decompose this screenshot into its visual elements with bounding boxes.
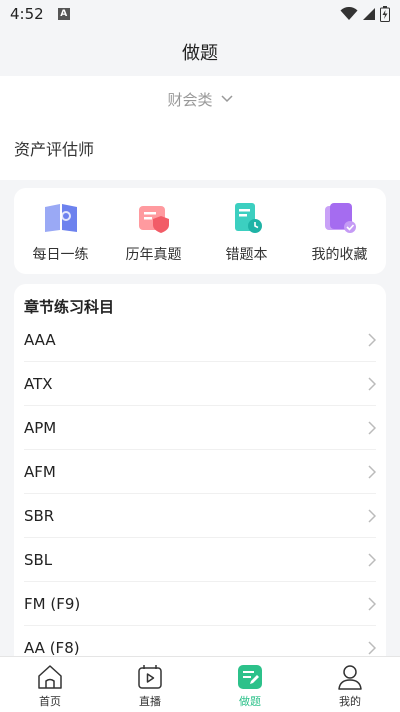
wrong-questions-icon: [234, 203, 262, 233]
list-item-label: FM (F9): [24, 595, 81, 613]
page-title: 做题: [182, 43, 218, 64]
list-item-label: AFM: [24, 463, 56, 481]
status-indicators: [340, 6, 390, 22]
favorites-icon: [324, 203, 356, 233]
category-selector[interactable]: 财会类: [0, 86, 400, 112]
chapter-subject-list: AAA ATX APM AFM SBR SBL FM (F9) AA (F8): [14, 318, 386, 670]
wifi-icon: [340, 7, 358, 20]
chevron-right-icon: [368, 509, 376, 523]
tab-profile-label: 我的: [339, 695, 361, 708]
chapter-practice-card: 章节练习科目 AAA ATX APM AFM SBR SBL FM (F9) A…: [14, 284, 386, 684]
signal-icon: [363, 8, 375, 20]
chevron-right-icon: [368, 597, 376, 611]
quick-past-papers[interactable]: 历年真题: [107, 188, 200, 274]
chevron-right-icon: [368, 333, 376, 347]
list-item-label: SBL: [24, 551, 53, 569]
status-bar: 4:52 A: [0, 0, 400, 28]
category-label: 财会类: [167, 90, 213, 109]
status-time: 4:52: [10, 5, 44, 23]
list-item[interactable]: SBR: [14, 494, 386, 538]
home-icon: [38, 665, 62, 689]
chevron-right-icon: [368, 553, 376, 567]
quick-past-papers-label: 历年真题: [125, 247, 182, 263]
page-header: 做题: [0, 28, 400, 76]
quick-daily-practice[interactable]: 每日一练: [14, 188, 107, 274]
chevron-down-icon: [220, 95, 233, 103]
tab-live-label: 直播: [139, 695, 161, 708]
notification-icon: A: [57, 8, 70, 20]
quick-wrong-questions[interactable]: 错题本: [200, 188, 293, 274]
quick-daily-practice-label: 每日一练: [32, 247, 89, 263]
tab-practice[interactable]: 做题: [200, 657, 300, 712]
list-item[interactable]: SBL: [14, 538, 386, 582]
daily-practice-icon: [44, 204, 77, 232]
chapter-practice-title: 章节练习科目: [24, 298, 115, 316]
list-item[interactable]: APM: [14, 406, 386, 450]
live-icon: [138, 665, 162, 689]
tab-practice-label: 做题: [239, 695, 261, 708]
subject-selector[interactable]: 资产评估师: [14, 136, 94, 160]
list-item[interactable]: AAA: [14, 318, 386, 362]
chevron-right-icon: [368, 377, 376, 391]
past-papers-icon: [138, 206, 169, 233]
chevron-right-icon: [368, 641, 376, 655]
chevron-right-icon: [368, 421, 376, 435]
list-item-label: APM: [24, 419, 57, 437]
list-item-label: SBR: [24, 507, 55, 525]
chevron-right-icon: [368, 465, 376, 479]
list-item[interactable]: AFM: [14, 450, 386, 494]
quick-favorites[interactable]: 我的收藏: [293, 188, 386, 274]
tab-profile[interactable]: 我的: [300, 657, 400, 712]
list-item[interactable]: FM (F9): [14, 582, 386, 626]
battery-icon: [380, 6, 390, 22]
bottom-tab-bar: 首页 直播 做题 我的: [0, 656, 400, 712]
list-item-label: AA (F8): [24, 639, 80, 657]
quick-favorites-label: 我的收藏: [311, 247, 368, 263]
tab-live[interactable]: 直播: [100, 657, 200, 712]
list-item-label: ATX: [24, 375, 53, 393]
tab-home[interactable]: 首页: [0, 657, 100, 712]
list-item[interactable]: ATX: [14, 362, 386, 406]
quick-wrong-questions-label: 错题本: [225, 247, 268, 263]
quick-actions-card: 每日一练 历年真题 错题本 我的收藏: [14, 188, 386, 274]
list-item-label: AAA: [24, 331, 56, 349]
tab-home-label: 首页: [39, 695, 61, 708]
profile-icon: [338, 665, 362, 690]
practice-icon: [238, 665, 262, 689]
